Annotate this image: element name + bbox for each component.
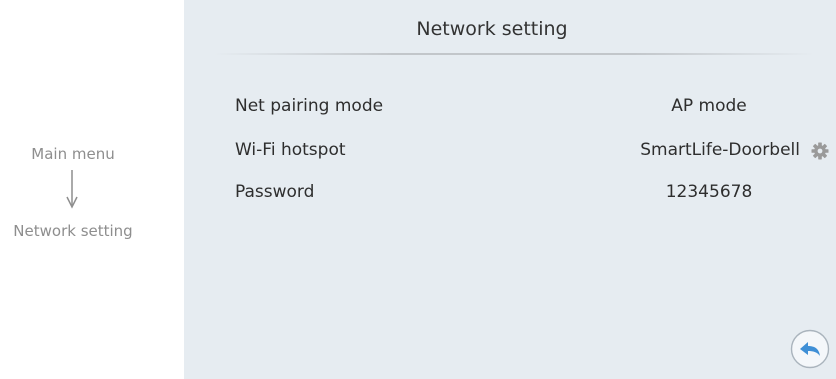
gear-icon[interactable] xyxy=(810,141,830,161)
wifi-hotspot-value[interactable]: SmartLife-Doorbell xyxy=(640,140,800,160)
network-setting-screen: Network setting Net pairing mode AP mode… xyxy=(184,0,836,379)
setting-row-password[interactable]: Password 12345678 xyxy=(184,180,836,210)
screen-title: Network setting xyxy=(416,18,568,40)
password-label: Password xyxy=(235,182,315,202)
net-pairing-mode-value[interactable]: AP mode xyxy=(514,96,836,116)
setting-row-wifi-hotspot[interactable]: Wi-Fi hotspot SmartLife-Doorbell xyxy=(184,138,836,168)
wifi-hotspot-label: Wi-Fi hotspot xyxy=(235,140,346,160)
back-arrow-icon[interactable] xyxy=(790,329,830,369)
nav-step-main-menu: Main menu xyxy=(31,145,115,163)
title-divider xyxy=(214,53,814,55)
password-value[interactable]: 12345678 xyxy=(514,182,836,202)
arrow-down-icon xyxy=(66,170,78,209)
navigation-path: Main menu Network setting xyxy=(0,0,150,379)
nav-step-network-setting: Network setting xyxy=(13,222,133,240)
setting-row-net-pairing-mode[interactable]: Net pairing mode AP mode xyxy=(184,94,836,124)
net-pairing-mode-label: Net pairing mode xyxy=(235,96,384,116)
